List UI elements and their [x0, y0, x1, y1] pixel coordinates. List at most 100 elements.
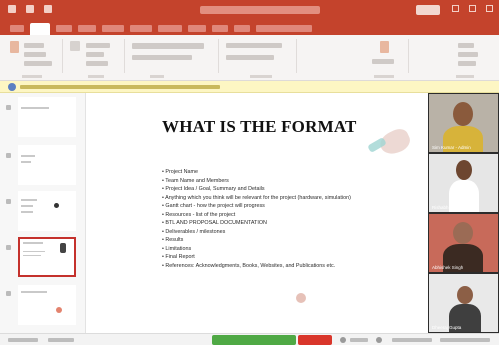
participant-name: Abhishek Singh — [432, 265, 464, 270]
notification-bar — [0, 81, 499, 93]
title-bar — [0, 0, 499, 22]
bullet-item: Deliverables / milestones — [162, 228, 422, 237]
thumbnail-text — [21, 199, 37, 201]
slide-bullet-list[interactable]: Project Name Team Name and Members Proje… — [162, 168, 422, 270]
tab-slideshow[interactable] — [158, 25, 182, 32]
bullet-item: Project Name — [162, 168, 422, 177]
notes-icon[interactable] — [340, 337, 346, 343]
section-button[interactable] — [86, 61, 108, 66]
save-icon[interactable] — [8, 5, 16, 13]
new-slide-icon[interactable] — [70, 41, 80, 51]
info-icon — [8, 83, 16, 91]
cut-button[interactable] — [24, 43, 44, 48]
format-painter-button[interactable] — [24, 61, 52, 66]
tab-animations[interactable] — [130, 25, 152, 32]
bullet-item: Results — [162, 236, 422, 245]
user-account-button[interactable] — [416, 5, 440, 15]
status-bar — [0, 333, 499, 345]
maximize-icon[interactable] — [469, 5, 476, 12]
alignment-buttons[interactable] — [226, 55, 274, 60]
editing-group-label — [456, 75, 474, 78]
slides-group-label — [88, 75, 104, 78]
participant-name: Rishabh Sharma — [432, 205, 466, 210]
video-participants-panel: Sim Kumar - Admin Rishabh Sharma Abhishe… — [428, 93, 499, 333]
participant-name: Sim Kumar - Admin — [432, 145, 471, 150]
slide-counter — [8, 338, 38, 342]
copy-button[interactable] — [24, 52, 46, 57]
slide-thumbnail[interactable] — [18, 97, 76, 137]
tab-view[interactable] — [212, 25, 228, 32]
font-style-buttons[interactable] — [132, 55, 192, 60]
participant-video-tile[interactable]: Dheeraj Gupta — [429, 274, 498, 332]
tab-help[interactable] — [234, 25, 250, 32]
tab-file[interactable] — [10, 25, 24, 32]
font-name-select[interactable] — [132, 43, 204, 49]
view-buttons[interactable] — [392, 338, 432, 342]
close-icon[interactable] — [486, 5, 493, 12]
drawing-group-label — [374, 75, 394, 78]
participant-head — [456, 160, 472, 180]
thumbnail-text — [21, 107, 49, 109]
ribbon-divider — [124, 39, 125, 73]
tab-insert[interactable] — [56, 25, 72, 32]
comments-icon[interactable] — [376, 337, 382, 343]
stop-share-button[interactable] — [298, 335, 332, 345]
layout-button[interactable] — [86, 43, 110, 48]
screen-share-bar[interactable] — [212, 335, 296, 345]
slide-thumbnail-selected[interactable] — [18, 237, 76, 277]
participant-video-tile[interactable]: Rishabh Sharma — [429, 154, 498, 212]
thumbnail-image — [60, 243, 66, 253]
slide-number — [6, 291, 11, 296]
thumbnail-text — [23, 242, 43, 244]
participant-video-tile[interactable]: Sim Kumar - Admin — [429, 94, 498, 152]
redo-icon[interactable] — [44, 5, 52, 13]
participant-head — [453, 222, 473, 244]
thumbnail-text — [23, 255, 41, 256]
tell-me-search[interactable] — [256, 25, 312, 32]
bullet-item: Project Idea / Goal, Summary and Details — [162, 185, 422, 194]
thumbnail-text — [23, 251, 45, 252]
participant-head — [453, 102, 473, 126]
font-group-label — [150, 75, 164, 78]
tab-transitions[interactable] — [102, 25, 124, 32]
ribbon-divider — [296, 39, 297, 73]
ribbon-tab-bar — [0, 22, 499, 35]
paragraph-group-label — [250, 75, 272, 78]
bullet-item: Anything which you think will be relevan… — [162, 194, 422, 203]
replace-button[interactable] — [458, 52, 478, 57]
clipboard-group-label — [22, 75, 42, 78]
paragraph-buttons[interactable] — [226, 43, 282, 48]
thumbnail-text — [21, 205, 33, 207]
ribbon-divider — [218, 39, 219, 73]
bullet-item: Limitations — [162, 245, 422, 254]
notes-label[interactable] — [350, 338, 368, 342]
slide-thumbnail[interactable] — [18, 285, 76, 325]
thumbnail-text — [21, 211, 33, 213]
slide-title[interactable]: WHAT IS THE FORMAT — [162, 117, 362, 137]
arrange-button[interactable] — [372, 59, 394, 64]
arrange-icon[interactable] — [380, 41, 389, 53]
thumbnail-image — [56, 307, 62, 313]
slide-canvas[interactable]: WHAT IS THE FORMAT Project Name Team Nam… — [88, 93, 428, 333]
thumbnail-image — [54, 203, 59, 208]
find-button[interactable] — [458, 43, 474, 48]
reset-button[interactable] — [86, 52, 104, 57]
slide-thumbnails-pane — [0, 93, 86, 333]
thumbnail-text — [21, 291, 47, 293]
participant-head — [457, 286, 473, 304]
ribbon — [0, 35, 499, 81]
participant-video-tile[interactable]: Abhishek Singh — [429, 214, 498, 272]
tab-design[interactable] — [78, 25, 96, 32]
zoom-slider[interactable] — [440, 338, 490, 342]
tab-home[interactable] — [30, 23, 50, 35]
select-button[interactable] — [458, 61, 476, 66]
paste-icon[interactable] — [10, 41, 19, 53]
window-controls — [452, 5, 493, 12]
ribbon-divider — [408, 39, 409, 73]
quick-access-toolbar — [8, 5, 52, 13]
minimize-icon[interactable] — [452, 5, 459, 12]
tab-review[interactable] — [188, 25, 206, 32]
undo-icon[interactable] — [26, 5, 34, 13]
slide-thumbnail[interactable] — [18, 191, 76, 231]
slide-thumbnail[interactable] — [18, 145, 76, 185]
